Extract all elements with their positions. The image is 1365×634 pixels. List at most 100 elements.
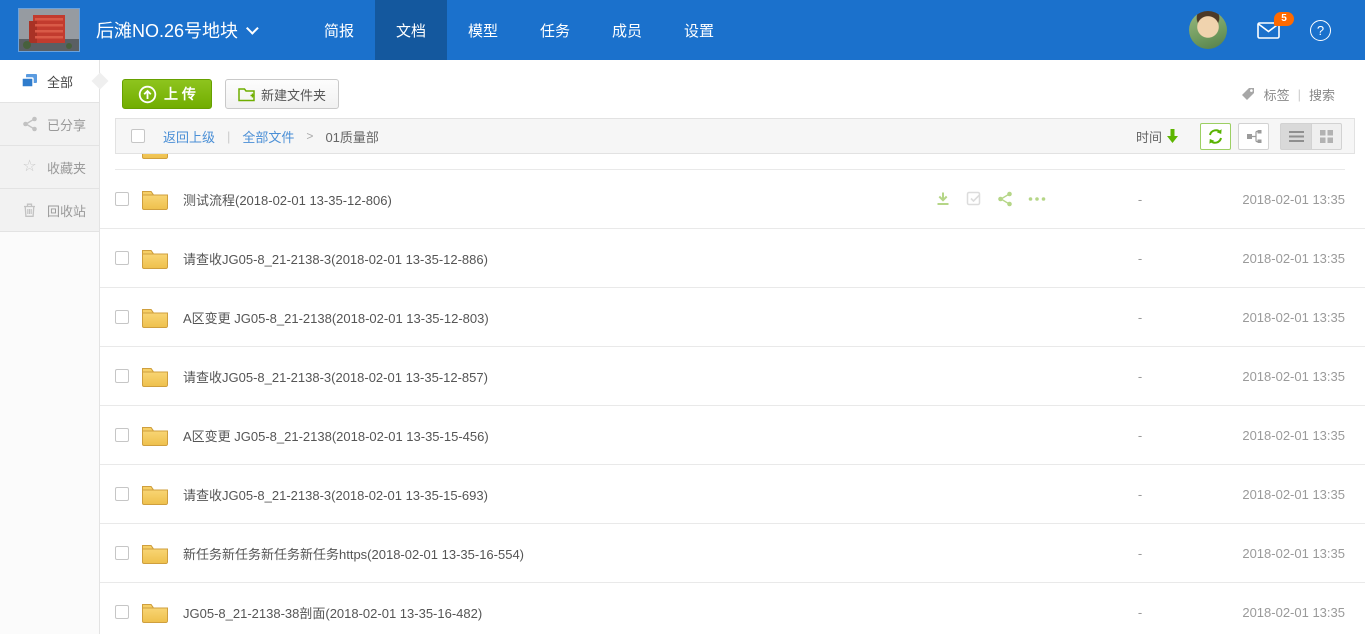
breadcrumb-separator: > — [306, 129, 313, 143]
file-date: 2018-02-01 13:35 — [1195, 546, 1345, 561]
folder-icon — [141, 154, 169, 159]
sidebar-item-trash[interactable]: 回收站 — [0, 189, 99, 232]
toolbar: 上 传 新建文件夹 标签 | 搜索 — [100, 60, 1365, 116]
file-name[interactable]: 请查收JG05-8_21-2138-3(2018-02-01 13-35-15-… — [183, 485, 935, 504]
row-checkbox[interactable] — [115, 192, 129, 206]
row-actions — [935, 191, 1085, 207]
help-button[interactable]: ? — [1310, 20, 1331, 41]
row-checkbox[interactable] — [115, 487, 129, 501]
table-row[interactable]: 请查收JG05-8_21-2138-3(2018-02-01 13-35-12-… — [100, 347, 1365, 406]
sidebar-item-favorites[interactable]: ☆ 收藏夹 — [0, 146, 99, 189]
row-checkbox[interactable] — [115, 251, 129, 265]
sort-desc-arrow-icon[interactable] — [1167, 129, 1178, 143]
share-icon — [21, 116, 38, 133]
file-name[interactable]: 测试流程(2018-02-01 13-35-12-806) — [183, 190, 935, 209]
notification-badge: 5 — [1274, 12, 1294, 26]
toolbar-divider: | — [1298, 87, 1301, 102]
file-size: - — [1085, 487, 1195, 502]
file-date: 2018-02-01 13:35 — [1195, 605, 1345, 620]
table-row[interactable]: 新任务新任务新任务新任务https(2018-02-01 13-35-16-55… — [100, 524, 1365, 583]
file-list-rows: 测试流程(2018-02-01 13-35-12-806) — [100, 170, 1365, 634]
row-checkbox[interactable] — [115, 428, 129, 442]
file-size: - — [1085, 369, 1195, 384]
list-view-button[interactable] — [1280, 123, 1311, 150]
top-bar: 后滩NO.26号地块 简报 文档 模型 任务 成员 设置 5 ? — [0, 0, 1365, 60]
row-checkbox[interactable] — [115, 310, 129, 324]
file-date: 2018-02-01 13:35 — [1195, 310, 1345, 325]
tab-settings[interactable]: 设置 — [663, 0, 735, 60]
sidebar-item-all[interactable]: 全部 — [0, 60, 99, 103]
folder-icon[interactable] — [141, 247, 169, 269]
tab-tasks[interactable]: 任务 — [519, 0, 591, 60]
table-row[interactable]: 测试流程(2018-02-01 13-35-12-806) — [100, 170, 1365, 229]
folder-icon[interactable] — [141, 424, 169, 446]
folder-icon[interactable] — [141, 601, 169, 623]
tab-briefing[interactable]: 简报 — [303, 0, 375, 60]
file-date: 2018-02-01 13:35 — [1195, 251, 1345, 266]
refresh-button[interactable] — [1200, 123, 1231, 150]
tab-models[interactable]: 模型 — [447, 0, 519, 60]
files-stack-icon — [21, 73, 38, 90]
project-thumbnail[interactable] — [18, 8, 80, 52]
table-row[interactable]: JG05-8_21-2138-38剖面(2018-02-01 13-35-16-… — [100, 583, 1365, 634]
table-row[interactable]: 请查收JG05-8_21-2138-3(2018-02-01 13-35-15-… — [100, 465, 1365, 524]
tags-link[interactable]: 标签 — [1264, 85, 1290, 104]
main-nav: 简报 文档 模型 任务 成员 设置 — [303, 0, 735, 60]
folder-icon[interactable] — [141, 306, 169, 328]
file-size: - — [1085, 192, 1195, 207]
file-size: - — [1085, 605, 1195, 620]
search-link[interactable]: 搜索 — [1309, 85, 1335, 104]
file-size: - — [1085, 428, 1195, 443]
file-date: 2018-02-01 13:35 — [1195, 369, 1345, 384]
file-name[interactable]: JG05-8_21-2138-38剖面(2018-02-01 13-35-16-… — [183, 603, 935, 622]
tab-documents[interactable]: 文档 — [375, 0, 447, 60]
sort-by-time-button[interactable]: 时间 — [1136, 127, 1162, 146]
share-icon[interactable] — [997, 191, 1013, 207]
folder-icon[interactable] — [141, 365, 169, 387]
file-name[interactable]: 请查收JG05-8_21-2138-3(2018-02-01 13-35-12-… — [183, 367, 935, 386]
file-name[interactable]: A区变更 JG05-8_21-2138(2018-02-01 13-35-15-… — [183, 426, 935, 445]
folder-icon[interactable] — [141, 483, 169, 505]
file-date: 2018-02-01 13:35 — [1195, 428, 1345, 443]
sidebar-item-label: 已分享 — [47, 115, 86, 134]
select-check-icon[interactable] — [966, 191, 982, 207]
upload-button[interactable]: 上 传 — [122, 79, 212, 109]
upload-circle-arrow-icon — [138, 85, 157, 104]
partial-scrolled-row — [115, 154, 1345, 170]
project-title[interactable]: 后滩NO.26号地块 — [96, 17, 259, 43]
messages-button[interactable]: 5 — [1257, 22, 1280, 39]
sidebar-item-shared[interactable]: 已分享 — [0, 103, 99, 146]
file-name[interactable]: 请查收JG05-8_21-2138-3(2018-02-01 13-35-12-… — [183, 249, 935, 268]
row-checkbox[interactable] — [115, 605, 129, 619]
new-folder-button[interactable]: 新建文件夹 — [225, 79, 339, 109]
tag-icon — [1240, 86, 1256, 102]
avatar[interactable] — [1189, 11, 1227, 49]
breadcrumb-bar: 返回上级 | 全部文件 > 01质量部 时间 — [115, 118, 1355, 154]
star-icon: ☆ — [21, 159, 38, 176]
file-name[interactable]: A区变更 JG05-8_21-2138(2018-02-01 13-35-12-… — [183, 308, 935, 327]
back-to-parent-link[interactable]: 返回上级 — [163, 127, 215, 146]
download-icon[interactable] — [935, 191, 951, 207]
view-toggle-group — [1280, 123, 1342, 150]
select-all-checkbox[interactable] — [131, 129, 145, 143]
file-size: - — [1085, 310, 1195, 325]
file-name[interactable]: 新任务新任务新任务新任务https(2018-02-01 13-35-16-55… — [183, 544, 935, 563]
more-actions-icon[interactable] — [1028, 196, 1046, 202]
chevron-down-icon — [246, 22, 259, 35]
row-checkbox[interactable] — [115, 546, 129, 560]
folder-icon[interactable] — [141, 188, 169, 210]
row-checkbox[interactable] — [115, 369, 129, 383]
grid-view-button[interactable] — [1311, 123, 1342, 150]
tree-view-button[interactable] — [1238, 123, 1269, 150]
table-row[interactable]: A区变更 JG05-8_21-2138(2018-02-01 13-35-12-… — [100, 288, 1365, 347]
folder-icon[interactable] — [141, 542, 169, 564]
file-date: 2018-02-01 13:35 — [1195, 487, 1345, 502]
folder-plus-icon — [238, 87, 255, 102]
file-date: 2018-02-01 13:35 — [1195, 192, 1345, 207]
sidebar-item-label: 全部 — [47, 72, 73, 91]
question-mark-icon: ? — [1317, 23, 1324, 38]
table-row[interactable]: 请查收JG05-8_21-2138-3(2018-02-01 13-35-12-… — [100, 229, 1365, 288]
breadcrumb-root-link[interactable]: 全部文件 — [242, 127, 294, 146]
tab-members[interactable]: 成员 — [591, 0, 663, 60]
table-row[interactable]: A区变更 JG05-8_21-2138(2018-02-01 13-35-15-… — [100, 406, 1365, 465]
